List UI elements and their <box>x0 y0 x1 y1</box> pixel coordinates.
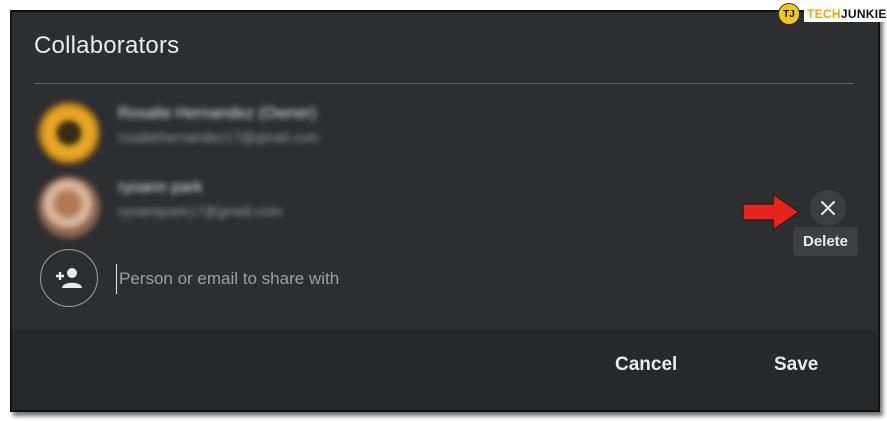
title-divider <box>34 83 854 84</box>
red-arrow-icon <box>742 192 801 232</box>
collaborator-email: ryoannpark17@gmail.com <box>118 203 282 219</box>
dialog-title: Collaborators <box>34 32 180 59</box>
watermark-logo: TJ <box>778 3 800 25</box>
avatar <box>38 176 100 238</box>
person-add-icon <box>56 268 82 288</box>
watermark-text-tech: TECH <box>807 7 841 21</box>
add-person-avatar <box>40 249 98 307</box>
collaborator-name: Rosalie Hernandez (Owner) <box>118 105 317 122</box>
save-button[interactable]: Save <box>774 354 818 376</box>
dialog-footer: Cancel Save <box>12 330 878 410</box>
cancel-button[interactable]: Cancel <box>615 354 677 376</box>
watermark-text: TECHJUNKIE <box>804 6 887 22</box>
collaborator-name: ryoann park <box>118 179 203 196</box>
watermark-text-junkie: JUNKIE <box>840 7 887 21</box>
avatar <box>38 102 100 164</box>
collaborators-dialog: Collaborators Rosalie Hernandez (Owner) … <box>10 10 880 412</box>
collaborator-row: Rosalie Hernandez (Owner) rosaliehernand… <box>38 102 858 168</box>
collaborator-row: ryoann park ryoannpark17@gmail.com <box>38 176 858 242</box>
techjunkie-watermark: TJ TECHJUNKIE <box>778 3 887 25</box>
share-person-input[interactable] <box>116 264 681 294</box>
remove-collaborator-button[interactable] <box>810 190 846 226</box>
delete-tooltip: Delete <box>793 227 859 256</box>
close-icon <box>821 201 835 215</box>
collaborator-email: rosaliehernandez17@gmail.com <box>118 129 319 145</box>
